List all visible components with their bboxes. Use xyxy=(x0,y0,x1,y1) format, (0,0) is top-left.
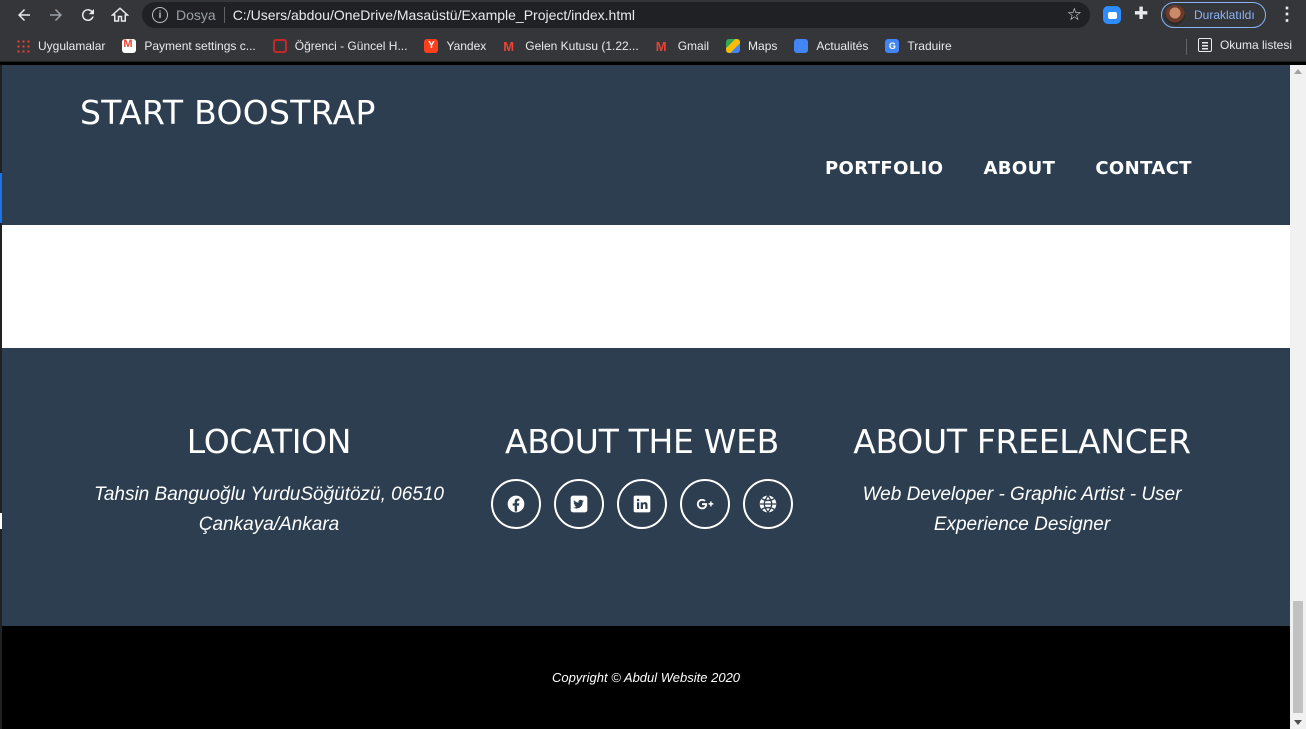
bookmarks-divider xyxy=(1186,39,1187,55)
reload-button[interactable] xyxy=(72,0,104,30)
maps-icon xyxy=(726,38,741,53)
bookmark-ogrenci[interactable]: Öğrenci - Güncel H... xyxy=(272,38,408,53)
site-brand[interactable]: START BOOSTRAP xyxy=(80,93,376,132)
scroll-up-arrow-icon[interactable] xyxy=(1294,69,1302,74)
bookmark-label: Yandex xyxy=(446,38,487,53)
dribbble-icon xyxy=(759,495,777,513)
browser-menu-icon[interactable]: ⋮ xyxy=(1278,4,1296,25)
bookmark-label: Maps xyxy=(748,38,778,53)
footer-location: LOCATION Tahsin Banguoğlu YurduSöğütözü,… xyxy=(82,422,456,540)
bookmark-maps[interactable]: Maps xyxy=(726,38,778,53)
footer-location-title: LOCATION xyxy=(186,422,352,461)
bookmark-label: Traduire xyxy=(907,38,952,53)
profile-status-label: Duraklatıldı xyxy=(1194,8,1255,22)
footer-freelancer-text: Web Developer - Graphic Artist - User Ex… xyxy=(862,484,1182,535)
address-separator xyxy=(223,7,225,23)
bookmark-apps[interactable]: Uygulamalar xyxy=(16,38,106,53)
linkedin-icon xyxy=(633,495,651,513)
info-icon[interactable]: i xyxy=(152,7,168,23)
google-plus-icon xyxy=(696,498,714,510)
bookmark-gmail[interactable]: M Gmail xyxy=(655,38,710,54)
reload-icon xyxy=(81,9,94,22)
bookmark-yandex[interactable]: Y Yandex xyxy=(424,38,487,53)
page-viewport: START BOOSTRAP PORTFOLIO ABOUT CONTACT L… xyxy=(2,65,1290,729)
bookmark-label: Actualités xyxy=(816,38,869,53)
apps-icon xyxy=(16,38,30,53)
profile-button[interactable]: Duraklatıldı xyxy=(1161,2,1266,28)
address-scheme: Dosya xyxy=(176,7,216,23)
extensions-puzzle-icon[interactable]: ✚ xyxy=(1134,4,1148,24)
twitter-icon xyxy=(570,495,588,513)
copyright-text: Copyright © Abdul Website 2020 xyxy=(551,670,741,685)
home-icon xyxy=(111,7,129,22)
footer-about-web: ABOUT THE WEB xyxy=(472,422,812,529)
dribbble-button[interactable] xyxy=(743,479,793,529)
scrollbar-thumb[interactable] xyxy=(1293,601,1303,713)
bookmark-gelen-kutusu[interactable]: M Gelen Kutusu (1.22... xyxy=(503,38,639,54)
nav-link-portfolio[interactable]: PORTFOLIO xyxy=(825,158,944,179)
translate-icon: G xyxy=(885,38,900,53)
back-button[interactable] xyxy=(8,0,40,30)
bookmark-label: Payment settings c... xyxy=(144,38,256,53)
gmail-icon: M xyxy=(503,38,515,54)
reading-list-icon xyxy=(1197,38,1212,52)
browser-toolbar: i Dosya C:/Users/abdou/OneDrive/Masaüstü… xyxy=(0,0,1306,30)
reading-list-button[interactable]: Okuma listesi xyxy=(1197,38,1292,52)
reading-list-label: Okuma listesi xyxy=(1219,38,1292,52)
linkedin-button[interactable] xyxy=(617,479,667,529)
twitter-button[interactable] xyxy=(554,479,604,529)
home-button[interactable] xyxy=(104,0,136,30)
bookmark-actualites[interactable]: Actualités xyxy=(794,38,869,53)
address-bar[interactable]: i Dosya C:/Users/abdou/OneDrive/Masaüstü… xyxy=(142,2,1090,28)
nav-link-about[interactable]: ABOUT xyxy=(983,158,1055,179)
bookmark-label: Uygulamalar xyxy=(38,38,106,53)
footer-web-title: ABOUT THE WEB xyxy=(505,422,779,461)
arrow-left-icon xyxy=(18,9,30,21)
facebook-button[interactable] xyxy=(491,479,541,529)
site-footer: LOCATION Tahsin Banguoğlu YurduSöğütözü,… xyxy=(2,348,1290,626)
footer-about-freelancer: ABOUT FREELANCER Web Developer - Graphic… xyxy=(832,422,1212,540)
nav-links: PORTFOLIO ABOUT CONTACT xyxy=(825,158,1192,179)
facebook-icon xyxy=(507,495,525,513)
gmail-icon xyxy=(122,38,137,53)
scroll-down-arrow-icon[interactable] xyxy=(1294,720,1302,725)
bookmark-label: Gelen Kutusu (1.22... xyxy=(525,38,639,53)
page-scrollbar[interactable] xyxy=(1290,65,1306,729)
social-links xyxy=(472,479,812,529)
copyright-bar: Copyright © Abdul Website 2020 xyxy=(2,626,1290,729)
news-icon xyxy=(794,38,809,53)
footer-freelancer-title: ABOUT FREELANCER xyxy=(853,422,1191,461)
bookmarks-bar: Uygulamalar Payment settings c... Öğrenc… xyxy=(0,30,1306,62)
bookmark-label: Öğrenci - Güncel H... xyxy=(294,38,408,53)
bookmark-star-icon[interactable]: ☆ xyxy=(1067,5,1082,25)
gmail-icon: M xyxy=(655,38,667,54)
site-navbar: START BOOSTRAP PORTFOLIO ABOUT CONTACT xyxy=(2,65,1290,225)
content-section xyxy=(2,225,1290,348)
nav-link-contact[interactable]: CONTACT xyxy=(1095,158,1192,179)
bookmark-payment-settings[interactable]: Payment settings c... xyxy=(122,38,256,53)
bookmark-traduire[interactable]: G Traduire xyxy=(885,38,952,53)
footer-location-text: Tahsin Banguoğlu YurduSöğütözü, 06510 Ça… xyxy=(93,484,445,535)
avatar xyxy=(1165,5,1185,25)
address-url[interactable]: C:/Users/abdou/OneDrive/Masaüstü/Example… xyxy=(233,7,635,23)
zoom-extension-icon[interactable] xyxy=(1103,6,1121,24)
forward-button[interactable] xyxy=(40,0,72,30)
arrow-right-icon xyxy=(50,9,62,21)
shield-icon xyxy=(272,38,287,53)
google-plus-button[interactable] xyxy=(680,479,730,529)
yandex-icon: Y xyxy=(424,38,439,53)
bookmark-label: Gmail xyxy=(677,38,710,53)
